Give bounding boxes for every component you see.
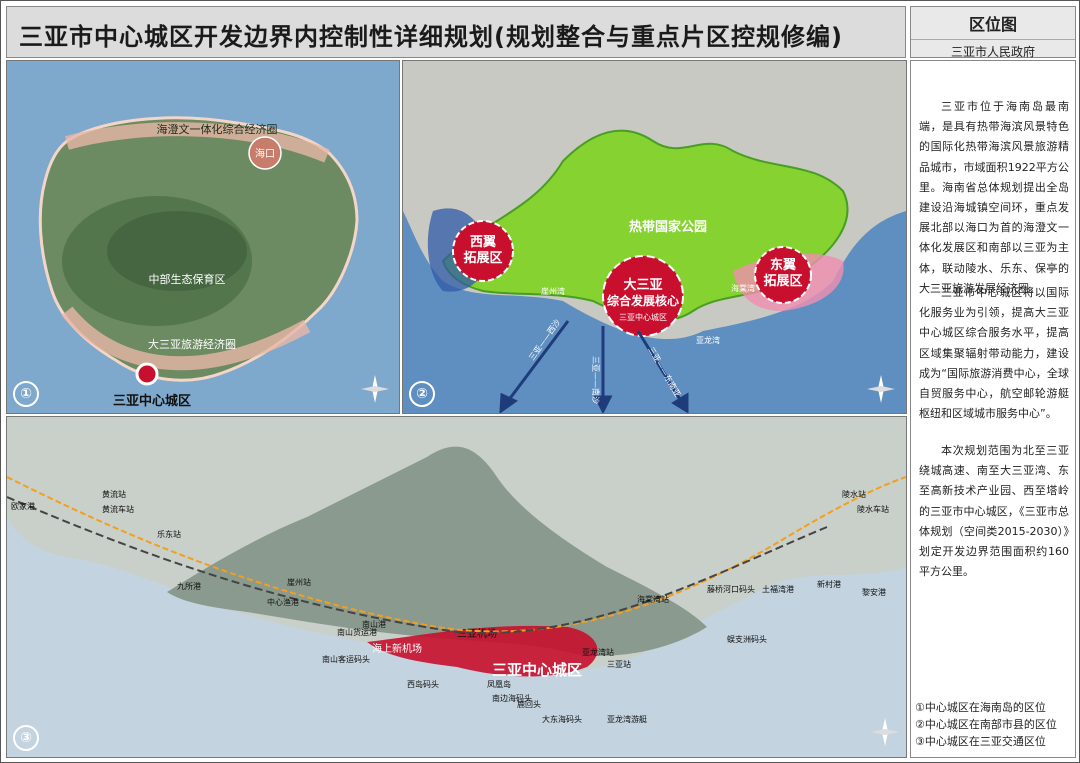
side-header: 区位图 三亚市人民政府 [910,6,1076,60]
panel-number-1: ① [13,381,39,407]
transport-map: 三亚中心城区 三亚机场 海上新机场 乐东站 黄流站 九所港 中心渔港 崖州站 南… [7,417,906,746]
island-map: 海口 海澄文一体化综合经济圈 中部生态保育区 大三亚旅游经济圈 三亚中心城区 [38,116,389,409]
east-label-1: 东翼 [770,257,796,273]
svg-text:蜈支洲码头: 蜈支洲码头 [727,634,767,644]
east-label-2: 拓展区 [763,273,802,289]
svg-text:亚龙湾游艇: 亚龙湾游艇 [607,714,647,724]
note-2: ②中心城区在南部市县的区位 [915,718,1057,731]
svg-text:西岛码头: 西岛码头 [407,679,439,689]
title-bar: 三亚市中心城区开发边界内控制性详细规划(规划整合与重点片区控规修编) [6,6,906,58]
panel-number-2: ② [409,381,435,407]
page-title: 三亚市中心城区开发边界内控制性详细规划(规划整合与重点片区控规修编) [19,23,843,51]
description-paragraph-3: 本次规划范围为北至三亚绕城高速、南至大三亚湾、东至高新技术产业园、西至塔岭的三亚… [919,444,1069,579]
side-subtitle: 三亚市人民政府 [911,39,1075,60]
west-label-2: 拓展区 [463,250,502,266]
svg-text:黄流站: 黄流站 [102,489,126,499]
svg-text:三亚站: 三亚站 [607,659,631,669]
new-airport-label: 海上新机场 [372,642,422,655]
note-3: ③中心城区在三亚交通区位 [915,735,1046,748]
place-a-label: 崖州湾 [541,286,565,296]
city-label: 三亚中心城区 [113,393,191,409]
core-label-2: 综合发展核心 [607,293,679,308]
map-panel-region: 西翼 拓展区 东翼 拓展区 大三亚 综合发展核心 三亚中心城区 热带国家公园 崖… [402,60,907,414]
place-b-label: 海棠湾 [731,283,755,293]
svg-text:藤桥河口码头: 藤桥河口码头 [707,584,755,594]
map-panel-transport: 三亚中心城区 三亚机场 海上新机场 乐东站 黄流站 九所港 中心渔港 崖州站 南… [6,416,907,758]
route-c-label: 三亚——东南亚 [646,345,683,398]
compass-icon [867,375,895,403]
note-1: ①中心城区在海南岛的区位 [915,701,1046,714]
compass-icon [361,375,389,403]
svg-text:新村港: 新村港 [817,579,841,589]
core-label-1: 大三亚 [623,277,662,293]
svg-text:黄流车站: 黄流车站 [102,504,134,514]
compass-icon [871,718,899,746]
svg-text:陵水站: 陵水站 [842,489,866,499]
panel-notes: ①中心城区在海南岛的区位 ②中心城区在南部市县的区位 ③中心城区在三亚交通区位 [915,699,1075,750]
svg-text:亚龙湾站: 亚龙湾站 [582,647,614,657]
side-description: 三亚市位于海南岛最南端，是具有热带海滨风景特色的国际化热带海滨风景旅游精品城市，… [910,60,1076,758]
svg-text:陵水车站: 陵水车站 [857,504,889,514]
svg-text:土福湾港: 土福湾港 [762,584,794,594]
svg-text:黎安港: 黎安港 [862,587,886,597]
svg-text:大东海码头: 大东海码头 [542,714,582,724]
route-a-label: 三亚——西沙 [527,318,562,362]
west-label-1: 西翼 [470,235,496,250]
svg-text:九所港: 九所港 [177,581,201,591]
map-panel-island: 海口 海澄文一体化综合经济圈 中部生态保育区 大三亚旅游经济圈 三亚中心城区 ① [6,60,400,414]
svg-text:崖州站: 崖州站 [287,577,311,587]
region-map: 西翼 拓展区 东翼 拓展区 大三亚 综合发展核心 三亚中心城区 热带国家公园 崖… [403,61,906,413]
city-core-label: 三亚中心城区 [492,661,582,679]
park-label: 热带国家公园 [629,219,707,235]
svg-text:中心渔港: 中心渔港 [267,597,299,607]
svg-text:南山客运码头: 南山客运码头 [322,654,370,664]
south-circle-label: 大三亚旅游经济圈 [148,337,236,351]
north-circle-label: 海澄文一体化综合经济圈 [157,122,278,136]
panel-number-3: ③ [13,725,39,751]
svg-text:南山港: 南山港 [362,619,386,629]
description-paragraph-1: 三亚市位于海南岛最南端，是具有热带海滨风景特色的国际化热带海滨风景旅游精品城市，… [919,100,1069,295]
svg-text:欧家港: 欧家港 [11,501,35,511]
svg-text:凤凰岛: 凤凰岛 [487,679,511,689]
route-b-label: 三亚——南沙 [591,356,601,404]
haikou-label: 海口 [255,147,275,160]
svg-text:南边海码头: 南边海码头 [492,693,532,703]
core-sub-label: 三亚中心城区 [619,312,667,322]
side-title: 区位图 [968,15,1017,34]
central-zone-label: 中部生态保育区 [149,272,226,286]
svg-text:乐东站: 乐东站 [157,529,181,539]
place-c-label: 亚龙湾 [696,335,720,345]
city-marker [135,362,159,386]
svg-text:海棠湾站: 海棠湾站 [637,594,669,604]
description-paragraph-2: 三亚市中心城区将以国际化服务业为引领，提高大三亚中心城区综合服务水平，提高区域集… [919,286,1069,421]
